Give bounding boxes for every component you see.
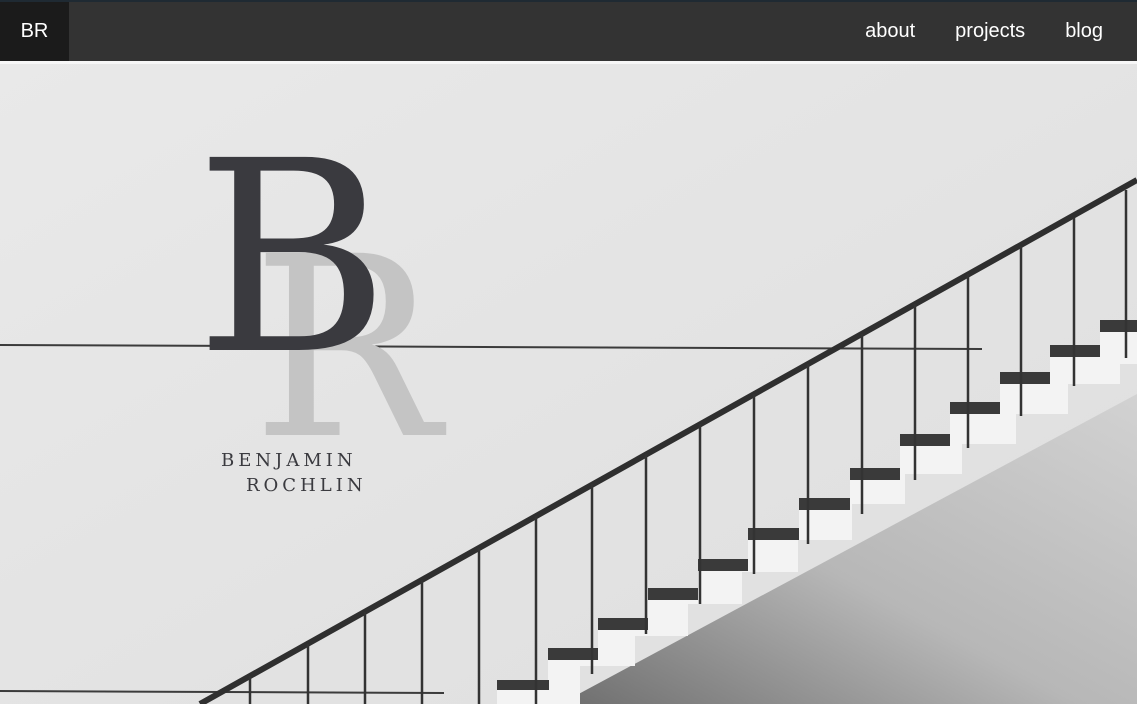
- hero-banner: R B BENJAMIN ROCHLIN: [0, 64, 1137, 704]
- logo-letter-b: B: [195, 105, 390, 413]
- nav-projects-link[interactable]: projects: [955, 2, 1025, 61]
- staircase-photo: R B: [0, 64, 1137, 704]
- brand-home-link[interactable]: BR: [0, 2, 69, 61]
- top-navbar: BR about projects blog: [0, 0, 1137, 61]
- name-first: BENJAMIN: [221, 450, 357, 471]
- name-last: ROCHLIN: [246, 475, 367, 496]
- nav-blog-link[interactable]: blog: [1065, 2, 1103, 61]
- main-nav: about projects blog: [825, 2, 1103, 61]
- nav-about-link[interactable]: about: [865, 2, 915, 61]
